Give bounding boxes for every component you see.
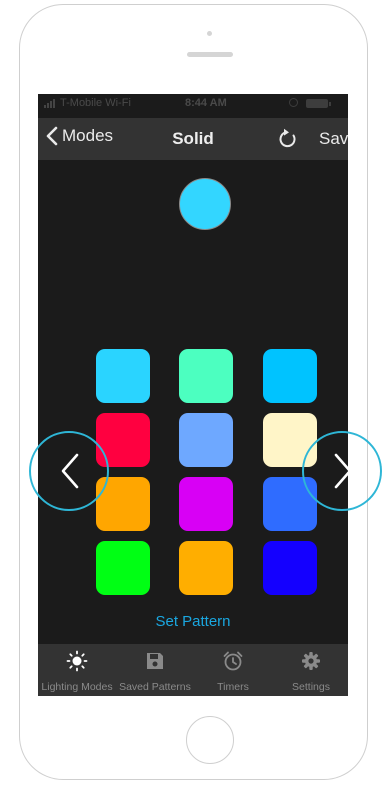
earpiece-speaker — [187, 52, 233, 57]
color-swatch[interactable] — [179, 541, 233, 595]
home-button[interactable] — [186, 716, 234, 764]
chevron-left-icon — [46, 126, 58, 146]
navigation-bar: Modes Solid Save — [38, 118, 348, 160]
back-label: Modes — [62, 126, 114, 145]
tab-lighting-modes[interactable]: Lighting Modes — [38, 644, 116, 696]
tab-timers[interactable]: Timers — [194, 644, 272, 696]
orientation-lock-icon — [289, 98, 298, 107]
tab-bar: Lighting Modes Saved Patterns Timers Set… — [38, 644, 348, 696]
color-swatch[interactable] — [179, 349, 233, 403]
signal-icon — [44, 99, 55, 108]
sun-icon — [66, 650, 88, 672]
tab-label: Timers — [217, 681, 249, 693]
app-screen: T-Mobile Wi-Fi 8:44 AM Modes Solid Save … — [38, 94, 348, 696]
floppy-disk-icon — [147, 653, 163, 669]
tab-label: Settings — [292, 681, 330, 693]
previous-arrow-button[interactable] — [29, 431, 109, 511]
color-swatch[interactable] — [263, 349, 317, 403]
battery-icon — [306, 99, 331, 108]
back-button[interactable]: Modes — [46, 126, 113, 146]
color-swatch[interactable] — [179, 477, 233, 531]
set-pattern-button[interactable]: Set Pattern — [38, 613, 348, 630]
gear-icon — [302, 652, 320, 670]
tab-settings[interactable]: Settings — [272, 644, 348, 696]
color-preview — [179, 178, 231, 230]
front-camera — [207, 31, 212, 36]
status-bar: T-Mobile Wi-Fi 8:44 AM — [38, 94, 348, 114]
carrier-label: T-Mobile Wi-Fi — [60, 97, 131, 109]
tab-saved-patterns[interactable]: Saved Patterns — [116, 644, 194, 696]
color-swatch[interactable] — [263, 541, 317, 595]
save-button[interactable]: Save — [319, 129, 348, 149]
tab-label: Lighting Modes — [41, 681, 113, 693]
chevron-left-icon — [61, 453, 79, 489]
tab-label: Saved Patterns — [119, 681, 191, 693]
color-swatch[interactable] — [96, 349, 150, 403]
clock: 8:44 AM — [185, 97, 227, 109]
alarm-clock-icon — [223, 651, 243, 671]
color-swatch[interactable] — [179, 413, 233, 467]
chevron-right-icon — [334, 453, 352, 489]
next-arrow-button[interactable] — [302, 431, 382, 511]
refresh-icon[interactable] — [276, 127, 300, 151]
color-swatch[interactable] — [96, 541, 150, 595]
